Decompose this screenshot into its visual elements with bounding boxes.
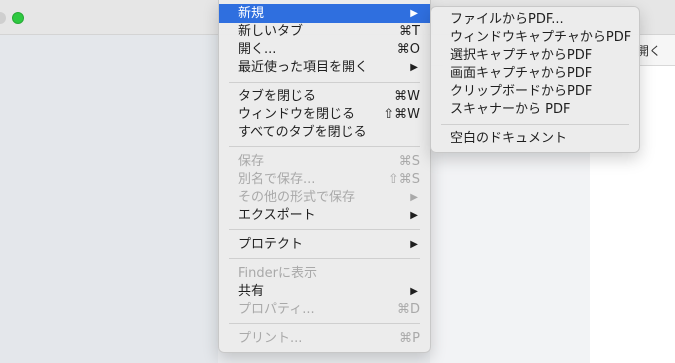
- menu-separator: [229, 82, 420, 83]
- shortcut-label: ⌘S: [398, 154, 420, 169]
- file-menu: 新規 ▶ 新しいタブ ⌘T 開く... ⌘O 最近使った項目を開く ▶ タブを閉…: [218, 0, 431, 353]
- menu-item-open[interactable]: 開く... ⌘O: [219, 40, 430, 59]
- submenu-item-pdf-from-scanner[interactable]: スキャナーから PDF: [431, 100, 639, 119]
- menu-item-label: その他の形式で保存: [238, 190, 356, 205]
- menu-item-save-as[interactable]: 別名で保存... ⇧⌘S: [219, 170, 430, 189]
- menu-item-label: 別名で保存...: [238, 172, 316, 187]
- menu-item-close-all-tabs[interactable]: すべてのタブを閉じる: [219, 123, 430, 142]
- submenu-item-label: ファイルからPDF...: [450, 12, 564, 27]
- submenu-item-label: 選択キャプチャからPDF: [450, 48, 593, 63]
- menu-item-share[interactable]: 共有 ▶: [219, 282, 430, 301]
- new-submenu: ファイルからPDF... ウィンドウキャプチャからPDF 選択キャプチャからPD…: [430, 6, 640, 153]
- menu-item-label: 共有: [238, 284, 265, 299]
- menu-item-label: 新規: [238, 6, 265, 21]
- submenu-arrow-icon: ▶: [410, 62, 418, 73]
- menu-item-label: すべてのタブを閉じる: [238, 125, 367, 140]
- menu-separator: [229, 146, 420, 147]
- menu-item-label: 保存: [238, 154, 265, 169]
- menu-item-show-in-finder[interactable]: Finderに表示: [219, 264, 430, 283]
- shortcut-label: ⌘T: [399, 24, 420, 39]
- menu-item-save[interactable]: 保存 ⌘S: [219, 152, 430, 171]
- menu-item-label: エクスポート: [238, 208, 316, 223]
- submenu-arrow-icon: ▶: [410, 8, 418, 19]
- menu-item-properties[interactable]: プロパティ... ⌘D: [219, 300, 430, 319]
- sidebar-pane: [0, 35, 218, 363]
- submenu-item-pdf-from-screen-capture[interactable]: 画面キャプチャからPDF: [431, 64, 639, 83]
- submenu-arrow-icon: ▶: [410, 286, 418, 297]
- menu-item-protect[interactable]: プロテクト ▶: [219, 235, 430, 254]
- submenu-arrow-icon: ▶: [410, 192, 418, 203]
- zoom-button[interactable]: [12, 12, 24, 24]
- window-button-partial[interactable]: [0, 12, 6, 24]
- menu-item-label: プロテクト: [238, 237, 304, 252]
- menu-item-label: 開く...: [238, 42, 277, 57]
- submenu-item-blank-document[interactable]: 空白のドキュメント: [431, 129, 639, 148]
- menu-item-save-other-format[interactable]: その他の形式で保存 ▶: [219, 188, 430, 207]
- menu-separator: [229, 258, 420, 259]
- menu-separator: [441, 124, 629, 125]
- shortcut-label: ⌘W: [394, 89, 420, 104]
- shortcut-label: ⌘D: [396, 302, 420, 317]
- submenu-item-pdf-from-selection-capture[interactable]: 選択キャプチャからPDF: [431, 46, 639, 65]
- submenu-item-pdf-from-clipboard[interactable]: クリップボードからPDF: [431, 82, 639, 101]
- menu-item-label: Finderに表示: [238, 266, 317, 281]
- submenu-item-label: スキャナーから PDF: [450, 102, 571, 117]
- submenu-item-label: 空白のドキュメント: [450, 131, 568, 146]
- toolbar-open-label[interactable]: 開く: [637, 42, 661, 59]
- shortcut-label: ⇧⌘S: [387, 172, 420, 187]
- menu-separator: [229, 323, 420, 324]
- submenu-arrow-icon: ▶: [410, 239, 418, 250]
- shortcut-label: ⇧⌘W: [383, 107, 420, 122]
- submenu-item-label: 画面キャプチャからPDF: [450, 66, 593, 81]
- menu-item-label: ウィンドウを閉じる: [238, 107, 356, 122]
- menu-item-print[interactable]: プリント... ⌘P: [219, 329, 430, 348]
- menu-item-export[interactable]: エクスポート ▶: [219, 206, 430, 225]
- menu-item-label: プロパティ...: [238, 302, 315, 317]
- menu-item-close-tab[interactable]: タブを閉じる ⌘W: [219, 87, 430, 106]
- menu-item-open-recent[interactable]: 最近使った項目を開く ▶: [219, 58, 430, 77]
- menu-item-new-tab[interactable]: 新しいタブ ⌘T: [219, 22, 430, 41]
- menu-item-close-window[interactable]: ウィンドウを閉じる ⇧⌘W: [219, 105, 430, 124]
- submenu-item-label: ウィンドウキャプチャからPDF: [450, 30, 632, 45]
- shortcut-label: ⌘P: [399, 331, 420, 346]
- menu-separator: [229, 229, 420, 230]
- submenu-item-pdf-from-window-capture[interactable]: ウィンドウキャプチャからPDF: [431, 28, 639, 47]
- menu-item-label: タブを閉じる: [238, 89, 317, 104]
- menu-item-label: 新しいタブ: [238, 24, 304, 39]
- submenu-item-pdf-from-file[interactable]: ファイルからPDF...: [431, 10, 639, 29]
- menu-item-label: プリント...: [238, 331, 303, 346]
- submenu-arrow-icon: ▶: [410, 210, 418, 221]
- shortcut-label: ⌘O: [396, 42, 420, 57]
- menu-item-new[interactable]: 新規 ▶: [219, 4, 430, 23]
- menu-item-label: 最近使った項目を開く: [238, 60, 369, 75]
- submenu-item-label: クリップボードからPDF: [450, 84, 593, 99]
